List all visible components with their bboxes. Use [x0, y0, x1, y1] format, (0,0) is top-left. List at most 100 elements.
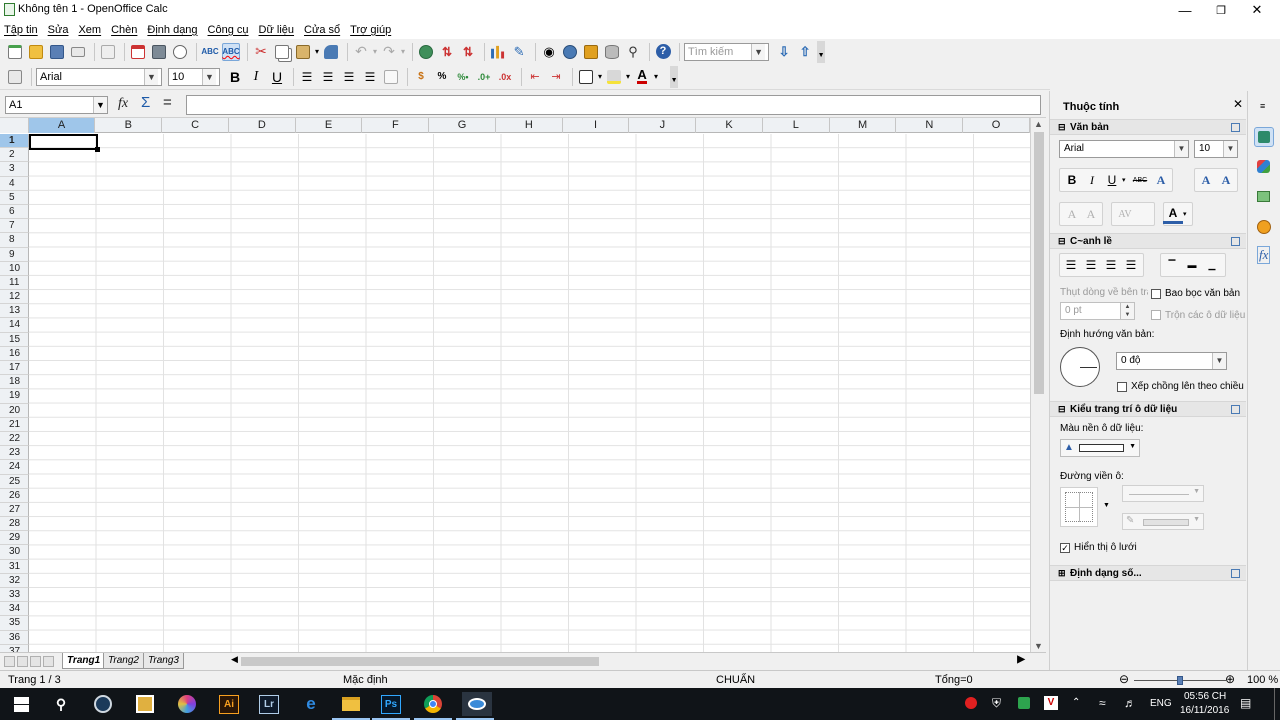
row-header[interactable]: 33	[0, 588, 29, 603]
sidebar-bold-button[interactable]: B	[1062, 170, 1082, 190]
paste-button[interactable]	[294, 43, 312, 61]
row-header[interactable]: 28	[0, 517, 29, 532]
steam-button[interactable]	[90, 692, 116, 716]
row-header[interactable]: 2	[0, 148, 29, 163]
save-button[interactable]	[48, 43, 66, 61]
cell-area[interactable]	[29, 134, 1030, 652]
volume-icon[interactable]: ♬	[1124, 696, 1136, 710]
chevron-down-icon[interactable]: ▼	[1193, 516, 1200, 523]
show-grid-checkbox[interactable]: ✓	[1060, 543, 1070, 553]
paste-dropdown-icon[interactable]: ▾	[315, 47, 319, 56]
function-wizard-icon[interactable]: fx	[118, 96, 128, 112]
row-header[interactable]: 3	[0, 162, 29, 177]
functions-deck-button[interactable]: fx	[1254, 245, 1274, 265]
row-header[interactable]: 32	[0, 573, 29, 588]
find-previous-button[interactable]: ⇧	[796, 43, 814, 61]
vivaldi-icon[interactable]: V	[1044, 696, 1058, 710]
sheet-tab-trang2[interactable]: Trang2	[103, 653, 144, 669]
start-button[interactable]	[8, 692, 34, 716]
row-header[interactable]: 12	[0, 290, 29, 305]
sidebar-justify[interactable]: ☰	[1121, 255, 1141, 275]
column-header[interactable]: A	[28, 118, 96, 133]
row-header[interactable]: 22	[0, 431, 29, 447]
styles-deck-button[interactable]	[1254, 157, 1274, 177]
find-replace-button[interactable]: ◉	[540, 43, 558, 61]
collapse-icon[interactable]: ⊟	[1058, 236, 1066, 247]
bold-button[interactable]: B	[226, 69, 244, 85]
section-cell-appearance-header[interactable]: ⊟ Kiểu trang trí ô dữ liệu	[1050, 401, 1246, 417]
menu-format[interactable]: Định dạng	[147, 24, 197, 36]
draw-functions-button[interactable]: ✎	[510, 43, 528, 61]
sort-descending-button[interactable]: ⇅	[459, 43, 477, 61]
name-box[interactable]: A1 ▼	[5, 96, 108, 114]
help-button[interactable]: ?	[654, 43, 672, 61]
selection-mode[interactable]: CHUẨN	[716, 674, 755, 686]
font-color-dropdown-icon[interactable]: ▾	[1183, 210, 1187, 218]
language-indicator[interactable]: ENG	[1150, 698, 1172, 709]
column-header[interactable]: K	[696, 118, 763, 133]
column-header[interactable]: I	[563, 118, 630, 133]
find-next-button[interactable]: ⇩	[775, 43, 793, 61]
row-header[interactable]: 26	[0, 488, 29, 503]
align-right-button[interactable]: ☰	[340, 68, 358, 86]
navigator-button[interactable]	[561, 43, 579, 61]
function-equals-icon[interactable]: =	[163, 94, 172, 111]
edit-file-button[interactable]	[99, 43, 117, 61]
show-desktop-button[interactable]	[1274, 688, 1275, 720]
standard-format-button[interactable]: %•	[454, 68, 472, 86]
section-alignment-header[interactable]: ⊟ C~anh lề	[1050, 233, 1246, 249]
row-header[interactable]: 29	[0, 531, 29, 546]
sheet-tab-trang3[interactable]: Trang3	[143, 653, 184, 669]
column-header[interactable]: O	[963, 118, 1030, 133]
decrease-indent-button[interactable]: ⇤	[526, 68, 544, 86]
scroll-down-icon[interactable]: ▼	[1034, 641, 1043, 651]
column-header[interactable]: G	[429, 118, 496, 133]
sidebar-menu-icon[interactable]: ≡	[1260, 101, 1265, 111]
stack-vertical-checkbox[interactable]	[1117, 382, 1127, 392]
spellcheck-button[interactable]: ABC	[201, 43, 219, 61]
sheet-tab-trang1[interactable]: Trang1	[62, 653, 106, 669]
copy-button[interactable]	[273, 43, 291, 61]
column-header[interactable]: E	[296, 118, 363, 133]
redo-dropdown-icon[interactable]: ▾	[401, 47, 405, 56]
menu-tools[interactable]: Công cụ	[208, 24, 249, 36]
navigator-deck-button[interactable]	[1254, 217, 1274, 237]
row-header[interactable]: 5	[0, 190, 29, 205]
toolbar-overflow-handle[interactable]: ▼	[817, 40, 826, 63]
find-search-input[interactable]: Tìm kiếm ▼	[684, 42, 770, 61]
collapse-icon[interactable]: ⊟	[1058, 122, 1066, 133]
align-left-button[interactable]: ☰	[298, 68, 316, 86]
shadow-button[interactable]: A	[1151, 170, 1171, 190]
sidebar-align-left[interactable]: ☰	[1061, 255, 1081, 275]
scroll-left-icon[interactable]: ◀	[231, 654, 238, 665]
row-header[interactable]: 37	[0, 644, 29, 652]
row-header[interactable]: 35	[0, 616, 29, 631]
align-center-button[interactable]: ☰	[319, 68, 337, 86]
explorer-button[interactable]	[332, 692, 370, 720]
vertical-scrollbar[interactable]: ▲ ▼	[1030, 118, 1046, 652]
chevron-down-icon[interactable]: ▼	[144, 68, 158, 85]
sidebar-underline-button[interactable]: U	[1102, 170, 1122, 190]
row-header[interactable]: 30	[0, 545, 29, 560]
column-header[interactable]: J	[629, 118, 697, 133]
row-header[interactable]: 4	[0, 176, 29, 191]
page-style[interactable]: Mặc định	[343, 674, 388, 686]
column-header[interactable]: B	[95, 118, 163, 133]
column-header[interactable]: D	[229, 118, 296, 133]
close-icon[interactable]: ✕	[1233, 97, 1243, 111]
menu-file[interactable]: Tập tin	[4, 24, 38, 36]
chrome-button[interactable]	[414, 692, 452, 720]
column-header[interactable]: F	[362, 118, 430, 133]
more-options-icon[interactable]	[1231, 569, 1240, 578]
sidebar-font-size[interactable]: 10 ▼	[1194, 140, 1238, 158]
undo-dropdown-icon[interactable]: ▾	[373, 47, 377, 56]
column-header[interactable]: L	[763, 118, 830, 133]
search-button[interactable]: ⚲	[48, 692, 74, 716]
cut-button[interactable]: ✂	[252, 43, 270, 61]
edge-button[interactable]: e	[298, 692, 324, 716]
sidebar-align-right[interactable]: ☰	[1101, 255, 1121, 275]
chart-button[interactable]	[489, 43, 507, 61]
file-manager-button[interactable]	[132, 692, 158, 716]
align-middle-button[interactable]: ▬	[1182, 255, 1202, 275]
font-color-button[interactable]: A	[633, 68, 651, 86]
